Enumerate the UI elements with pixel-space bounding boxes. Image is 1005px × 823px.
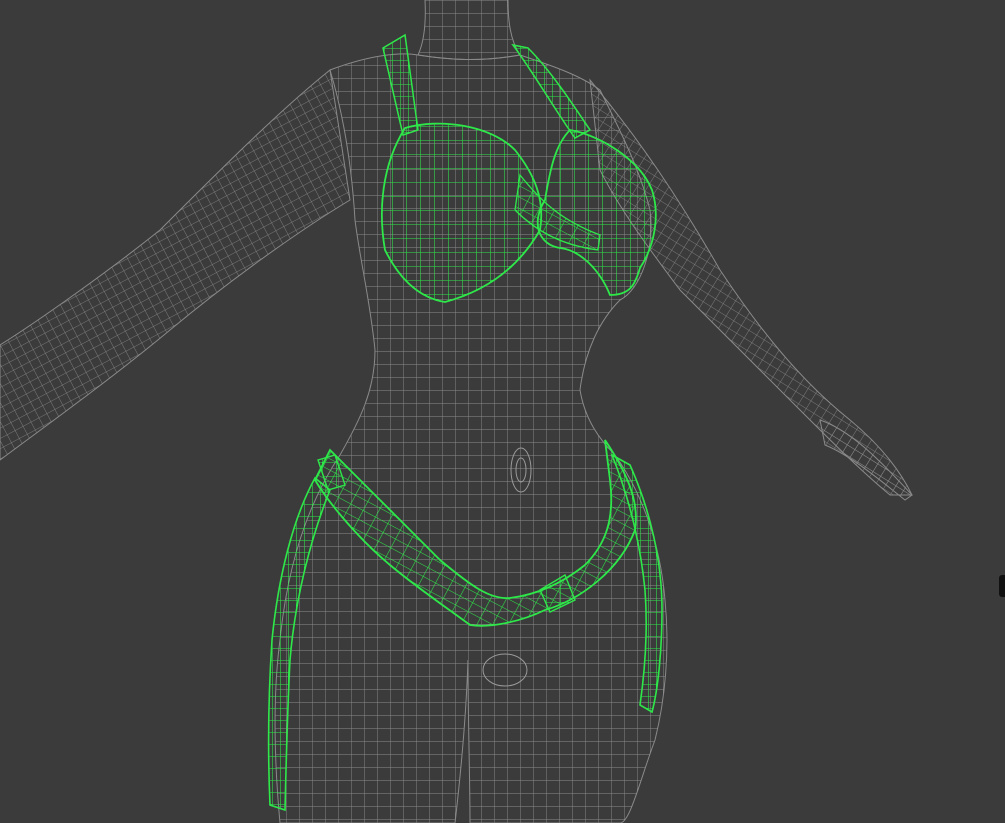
right-arm-mesh bbox=[589, 78, 913, 496]
viewport-edge-handle[interactable] bbox=[999, 575, 1005, 597]
body-mesh[interactable] bbox=[0, 0, 913, 823]
neck-mesh bbox=[417, 0, 521, 61]
left-arm-mesh bbox=[0, 69, 351, 461]
3d-viewport[interactable] bbox=[0, 0, 1005, 823]
wireframe-scene[interactable] bbox=[0, 0, 1005, 823]
right-hand-mesh bbox=[819, 419, 913, 501]
